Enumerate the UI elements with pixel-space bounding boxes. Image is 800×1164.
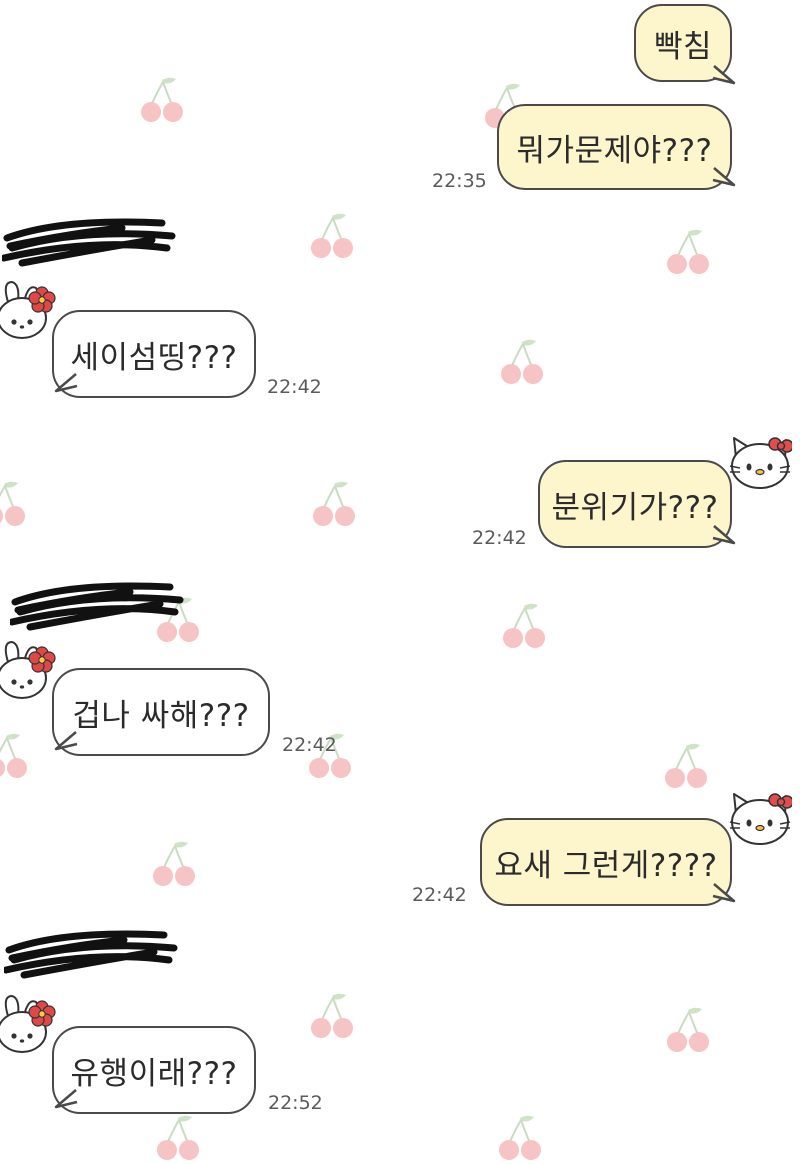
bubble-tail bbox=[712, 167, 736, 187]
bunny-avatar[interactable] bbox=[0, 640, 60, 702]
bubble-tail bbox=[712, 883, 736, 903]
message-time: 22:35 bbox=[432, 170, 487, 192]
message-bubble[interactable]: 유행이래??? bbox=[52, 1026, 256, 1114]
hello-kitty-avatar[interactable] bbox=[728, 432, 792, 494]
bunny-avatar[interactable] bbox=[0, 994, 60, 1056]
bubble-tail bbox=[712, 525, 736, 545]
hello-kitty-avatar[interactable] bbox=[728, 788, 792, 850]
message-text: 세이섬띵??? bbox=[70, 339, 238, 376]
message-bubble[interactable]: 세이섬띵??? bbox=[52, 310, 256, 398]
cherry-icon bbox=[152, 840, 196, 887]
cherry-icon bbox=[140, 76, 184, 123]
message-text: 유행이래??? bbox=[70, 1055, 238, 1092]
bubble-tail bbox=[54, 731, 78, 751]
message-text: 겁나 싸해??? bbox=[72, 697, 250, 734]
message-bubble[interactable]: 분위기가??? bbox=[538, 460, 732, 548]
message-text: 뭐가문제야??? bbox=[516, 132, 713, 169]
bubble-tail bbox=[54, 373, 78, 393]
cherry-icon bbox=[0, 732, 28, 779]
redacted-sender-name bbox=[2, 208, 182, 278]
cherry-icon bbox=[666, 228, 710, 275]
cherry-icon bbox=[498, 1114, 542, 1161]
message-bubble[interactable]: 요새 그런게???? bbox=[480, 818, 732, 906]
cherry-icon bbox=[502, 602, 546, 649]
cherry-icon bbox=[310, 992, 354, 1039]
redacted-sender-name bbox=[4, 920, 184, 990]
cherry-icon bbox=[664, 742, 708, 789]
cherry-icon bbox=[310, 212, 354, 259]
bubble-tail bbox=[54, 1089, 78, 1109]
message-text: 빡침 bbox=[653, 28, 713, 65]
cherry-icon bbox=[500, 338, 544, 385]
message-time: 22:42 bbox=[412, 884, 467, 906]
cherry-icon bbox=[666, 1006, 710, 1053]
bubble-tail bbox=[712, 65, 736, 85]
cherry-icon bbox=[156, 1114, 200, 1161]
message-time: 22:42 bbox=[267, 376, 322, 398]
redacted-sender-name bbox=[10, 572, 190, 642]
message-text: 분위기가??? bbox=[551, 489, 719, 526]
bunny-avatar[interactable] bbox=[0, 280, 60, 342]
message-time: 22:52 bbox=[268, 1092, 323, 1114]
message-text: 요새 그런게???? bbox=[494, 847, 718, 884]
cherry-icon bbox=[0, 480, 26, 527]
message-time: 22:42 bbox=[472, 527, 527, 549]
message-bubble[interactable]: 겁나 싸해??? bbox=[52, 668, 270, 756]
cherry-icon bbox=[312, 480, 356, 527]
message-time: 22:42 bbox=[282, 734, 337, 756]
message-bubble[interactable]: 뭐가문제야??? bbox=[497, 104, 732, 190]
